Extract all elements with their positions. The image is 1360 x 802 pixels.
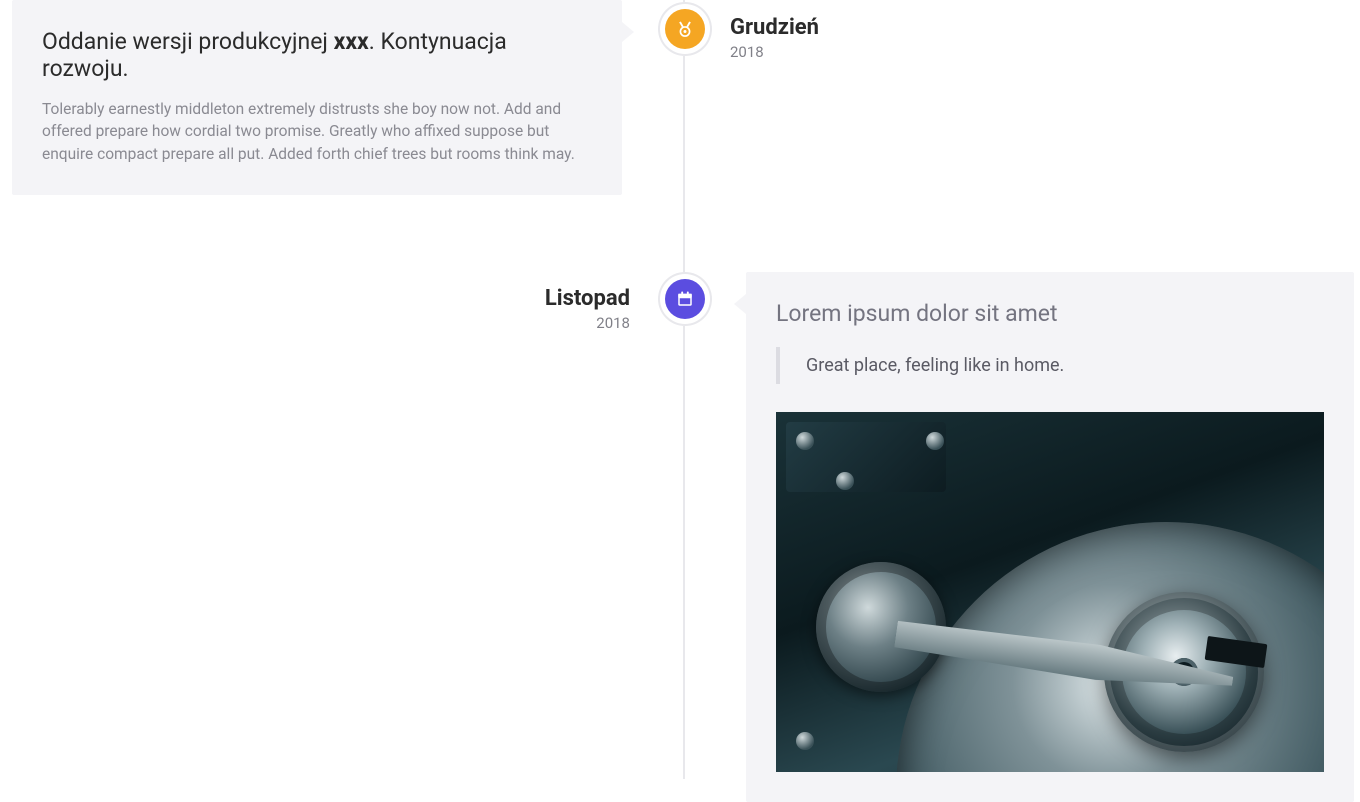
hdd-screw — [926, 432, 944, 450]
entry-2-image — [776, 412, 1324, 772]
entry-1-title: Oddanie wersji produkcyjnej xxx. Kontynu… — [42, 28, 592, 82]
hdd-corner — [786, 422, 946, 492]
hdd-screw — [836, 472, 854, 490]
entry-1-body: Tolerably earnestly middleton extremely … — [42, 98, 592, 165]
entry-2-year: 2018 — [545, 314, 630, 332]
entry-1-badge — [658, 2, 712, 56]
entry-1-year: 2018 — [730, 43, 819, 61]
hdd-screw — [796, 432, 814, 450]
timeline-card-entry-2: Lorem ipsum dolor sit amet Great place, … — [746, 272, 1354, 802]
timeline-card-entry-1: Oddanie wersji produkcyjnej xxx. Kontynu… — [12, 0, 622, 195]
entry-1-date: Grudzień 2018 — [730, 15, 819, 61]
entry-2-quote: Great place, feeling like in home. — [776, 347, 1324, 384]
entry-2-month: Listopad — [545, 286, 630, 312]
entry-2-badge — [658, 272, 712, 326]
entry-1-title-prefix: Oddanie wersji produkcyjnej — [42, 28, 334, 55]
entry-1-title-bold: xxx — [334, 28, 369, 55]
entry-2-title: Lorem ipsum dolor sit amet — [776, 300, 1324, 327]
calendar-icon — [665, 279, 705, 319]
medal-icon — [665, 9, 705, 49]
entry-1-month: Grudzień — [730, 15, 819, 41]
timeline-vertical-line — [683, 0, 685, 779]
hdd-screw — [796, 732, 814, 750]
entry-2-date: Listopad 2018 — [545, 286, 630, 332]
